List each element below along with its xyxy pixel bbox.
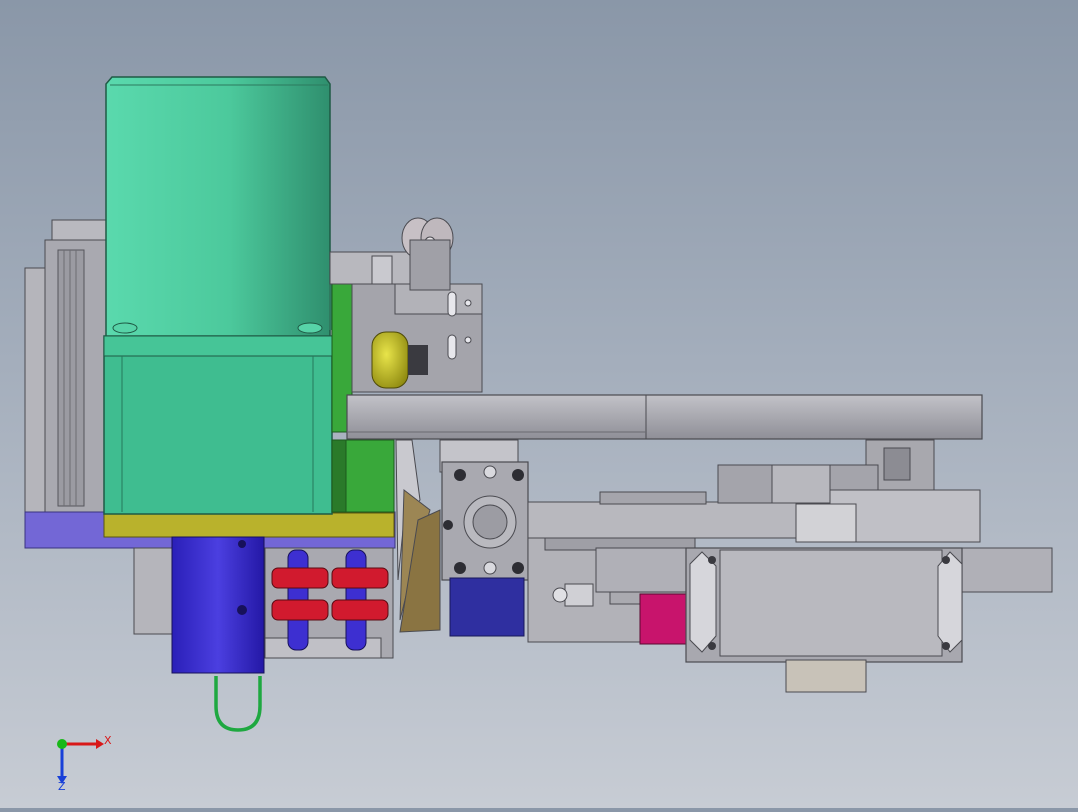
motor-mount-plate[interactable] [103, 512, 395, 538]
triad-x-label: X [104, 734, 112, 747]
idler-pulleys[interactable] [401, 217, 454, 291]
cad-viewport[interactable]: X Z [0, 0, 1078, 808]
triad-z-label: Z [58, 780, 66, 793]
coordinate-triad: X Z [57, 734, 112, 793]
triad-y-axis [57, 739, 67, 749]
green-cable[interactable] [214, 676, 262, 732]
magenta-sensor-block[interactable] [639, 593, 691, 645]
blue-pneumatic-cylinder[interactable] [171, 536, 265, 674]
bearing-block[interactable] [441, 461, 529, 581]
assembly-model[interactable]: X Z [0, 0, 1078, 808]
servo-motor[interactable] [103, 76, 333, 515]
small-navy-cylinder[interactable] [449, 577, 525, 637]
left-frame-plate[interactable] [24, 219, 109, 517]
